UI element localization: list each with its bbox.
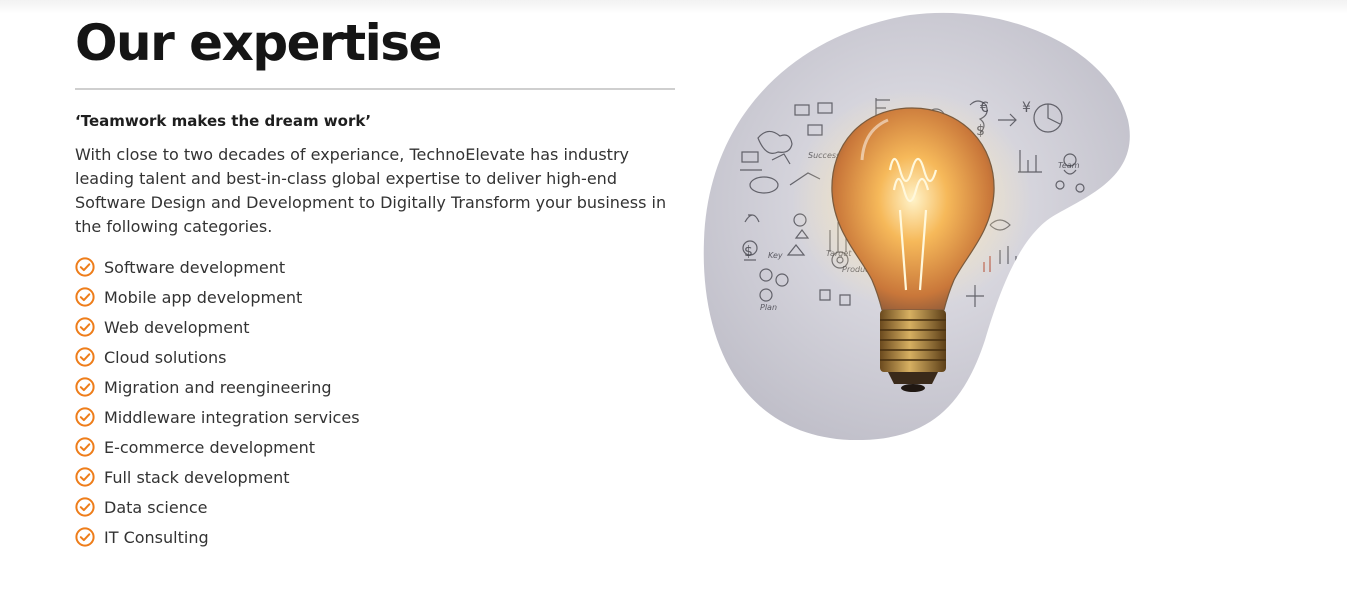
expertise-label: Web development [104, 317, 250, 337]
expertise-list-item: Full stack development [75, 462, 675, 492]
expertise-list-item: Middleware integration services [75, 402, 675, 432]
check-circle-icon [75, 257, 95, 277]
check-circle-icon [75, 437, 95, 457]
expertise-list-item: Cloud solutions [75, 342, 675, 372]
expertise-list-item: E-commerce development [75, 432, 675, 462]
intro-paragraph: With close to two decades of experiance,… [75, 145, 667, 236]
svg-text:Team: Team [1058, 161, 1080, 170]
page-title: Our expertise [75, 14, 442, 72]
lightbulb-image: Success Team Target Production Plan Key … [703, 12, 1130, 440]
expertise-list: Software development Mobile app developme… [75, 252, 675, 552]
expertise-label: Mobile app development [104, 287, 303, 307]
expertise-label: Migration and reengineering [104, 377, 332, 397]
check-circle-icon [75, 467, 95, 487]
check-circle-icon [75, 527, 95, 547]
expertise-list-item: Data science [75, 492, 675, 522]
tagline: ‘Teamwork makes the dream work’ [75, 112, 372, 130]
expertise-label: Middleware integration services [104, 407, 360, 427]
expertise-label: IT Consulting [104, 527, 209, 547]
svg-text:¥: ¥ [1022, 100, 1031, 116]
title-divider [75, 88, 675, 90]
expertise-list-item: IT Consulting [75, 522, 675, 552]
expertise-list-item: Mobile app development [75, 282, 675, 312]
svg-text:Plan: Plan [760, 303, 777, 312]
expertise-list-item: Web development [75, 312, 675, 342]
expertise-list-item: Migration and reengineering [75, 372, 675, 402]
check-circle-icon [75, 347, 95, 367]
svg-text:Key: Key [768, 251, 783, 260]
check-circle-icon [75, 287, 95, 307]
check-circle-icon [75, 377, 95, 397]
check-circle-icon [75, 407, 95, 427]
check-circle-icon [75, 317, 95, 337]
check-circle-icon [75, 497, 95, 517]
expertise-content: Our expertise ‘Teamwork makes the dream … [75, 0, 675, 552]
expertise-list-item: Software development [75, 252, 675, 282]
expertise-label: Software development [104, 257, 286, 277]
expertise-label: Cloud solutions [104, 347, 227, 367]
expertise-label: E-commerce development [104, 437, 315, 457]
expertise-label: Full stack development [104, 467, 290, 487]
expertise-label: Data science [104, 497, 208, 517]
svg-text:$: $ [744, 244, 753, 260]
